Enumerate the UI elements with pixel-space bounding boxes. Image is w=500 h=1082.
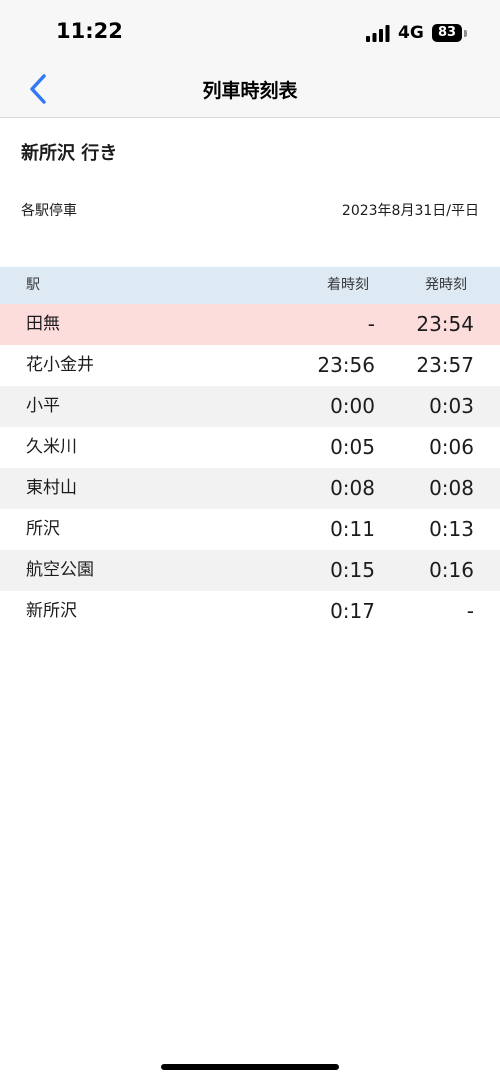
page-title: 列車時刻表 (202, 80, 298, 102)
signal-icon (366, 25, 390, 42)
arrival-time: 0:11 (330, 517, 375, 541)
arrival-time: 23:56 (317, 353, 375, 377)
header-departure: 発時刻 (425, 277, 467, 293)
table-row[interactable]: 新所沢 0:17 - (0, 591, 500, 632)
arrival-time: 0:17 (330, 599, 375, 623)
station-name: 田無 (26, 314, 60, 334)
header-arrival: 着時刻 (327, 277, 369, 293)
table-row[interactable]: 東村山 0:08 0:08 (0, 468, 500, 509)
arrival-time: 0:05 (330, 435, 375, 459)
top-bar: 11:22 4G 83 列車時刻表 (0, 0, 500, 118)
station-name: 小平 (26, 396, 60, 416)
departure-time: - (466, 599, 474, 623)
header-station: 駅 (26, 277, 40, 293)
station-name: 航空公園 (26, 560, 94, 580)
destination-label: 新所沢 行き (21, 143, 118, 164)
timetable-header: 駅 着時刻 発時刻 (0, 267, 500, 304)
table-row[interactable]: 航空公園 0:15 0:16 (0, 550, 500, 591)
navigation-bar: 列車時刻表 (0, 62, 500, 117)
table-row[interactable]: 久米川 0:05 0:06 (0, 427, 500, 468)
chevron-left-icon[interactable] (22, 72, 56, 106)
departure-time: 23:57 (416, 353, 474, 377)
station-name: 東村山 (26, 478, 77, 498)
departure-time: 0:06 (429, 435, 474, 459)
network-type: 4G (398, 23, 424, 43)
home-indicator[interactable] (161, 1064, 339, 1070)
station-name: 新所沢 (26, 601, 77, 621)
departure-time: 0:16 (429, 558, 474, 582)
arrival-time: 0:15 (330, 558, 375, 582)
arrival-time: - (367, 312, 375, 336)
battery-icon: 83 (432, 24, 462, 42)
station-name: 所沢 (26, 519, 60, 539)
departure-time: 23:54 (416, 312, 474, 336)
station-name: 花小金井 (26, 355, 94, 375)
departure-time: 0:03 (429, 394, 474, 418)
arrival-time: 0:08 (330, 476, 375, 500)
status-time: 11:22 (56, 19, 123, 43)
table-row[interactable]: 所沢 0:11 0:13 (0, 509, 500, 550)
table-row[interactable]: 田無 - 23:54 (0, 304, 500, 345)
departure-time: 0:08 (429, 476, 474, 500)
train-type-label: 各駅停車 (21, 203, 77, 219)
table-row[interactable]: 小平 0:00 0:03 (0, 386, 500, 427)
battery-tip (464, 30, 467, 37)
station-name: 久米川 (26, 437, 77, 457)
date-label: 2023年8月31日/平日 (341, 203, 479, 219)
status-bar: 11:22 4G 83 (0, 0, 500, 62)
departure-time: 0:13 (429, 517, 474, 541)
arrival-time: 0:00 (330, 394, 375, 418)
table-row[interactable]: 花小金井 23:56 23:57 (0, 345, 500, 386)
timetable: 駅 着時刻 発時刻 田無 - 23:54 花小金井 23:56 23:57 小平… (0, 267, 500, 632)
